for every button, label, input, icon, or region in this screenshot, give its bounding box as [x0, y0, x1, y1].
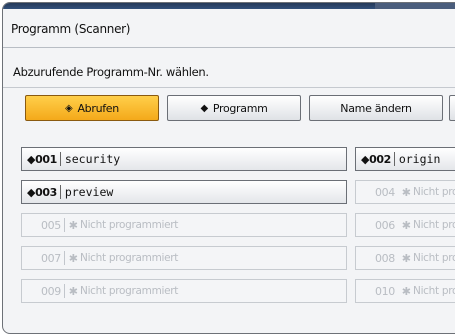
asterisk-icon: ✱ [401, 218, 412, 232]
asterisk-icon: ✱ [401, 185, 412, 199]
program-008[interactable]: 008 ✱Nicht programmiert [355, 246, 455, 270]
program-name: Nicht programmiert [413, 219, 455, 231]
program-button[interactable]: ◆ Programm [167, 95, 301, 121]
program-name: origin [398, 152, 441, 166]
program-name: Nicht programmiert [80, 219, 179, 231]
asterisk-icon: ✱ [68, 251, 79, 265]
program-009[interactable]: 009 ✱ Nicht programmiert [21, 279, 347, 303]
program-number: 005 [41, 218, 61, 232]
program-006[interactable]: 006 ✱Nicht programmiert [355, 213, 455, 237]
program-004[interactable]: 004 ✱Nicht programmiert [355, 180, 455, 204]
asterisk-icon: ✱ [68, 284, 79, 298]
program-number: 009 [41, 284, 61, 298]
divider [3, 87, 455, 88]
dialog-window: Programm (Scanner) Abzurufende Programm-… [2, 2, 455, 334]
program-number: 010 [375, 284, 395, 298]
program-007[interactable]: 007 ✱ Nicht programmiert [21, 246, 347, 270]
program-010[interactable]: 010 ✱Nicht programmiert [355, 279, 455, 303]
rename-button[interactable]: Name ändern [309, 95, 443, 121]
program-number: 007 [41, 251, 61, 265]
title-bar-strip [3, 3, 455, 9]
program-name: Nicht programmiert [413, 285, 455, 297]
program-name: security [64, 152, 121, 166]
program-icon: ◆ [27, 185, 36, 199]
program-number: 002 [369, 152, 391, 166]
program-name: preview [64, 185, 114, 199]
extra-button[interactable] [449, 95, 455, 121]
asterisk-icon: ✱ [401, 251, 412, 265]
program-name: Nicht programmiert [80, 252, 179, 264]
program-icon: ◆ [361, 152, 370, 166]
program-name: Nicht programmiert [413, 252, 455, 264]
program-002[interactable]: ◆ 002 origin [355, 147, 455, 171]
instruction-text: Abzurufende Programm-Nr. wählen. [13, 65, 209, 79]
program-number: 001 [35, 152, 57, 166]
program-number: 004 [375, 185, 395, 199]
asterisk-icon: ✱ [401, 284, 412, 298]
rename-button-label: Name ändern [340, 101, 412, 115]
asterisk-icon: ✱ [68, 218, 79, 232]
program-button-label: Programm [212, 101, 268, 115]
recall-button-label: Abrufen [77, 101, 119, 115]
program-number: 008 [375, 251, 395, 265]
program-icon: ◆ [27, 152, 36, 166]
program-003[interactable]: ◆ 003 preview [21, 180, 347, 204]
program-001[interactable]: ◆ 001 security [21, 147, 347, 171]
diamond-arrow-icon: ◈ [65, 102, 73, 114]
window-title: Programm (Scanner) [11, 22, 131, 36]
program-005[interactable]: 005 ✱ Nicht programmiert [21, 213, 347, 237]
diamond-icon: ◆ [200, 102, 208, 114]
program-name: Nicht programmiert [80, 285, 179, 297]
program-number: 006 [375, 218, 395, 232]
program-number: 003 [35, 185, 57, 199]
title-bar-tab [375, 3, 455, 9]
recall-button[interactable]: ◈ Abrufen [25, 95, 159, 121]
program-name: Nicht programmiert [413, 186, 455, 198]
divider [3, 47, 455, 48]
